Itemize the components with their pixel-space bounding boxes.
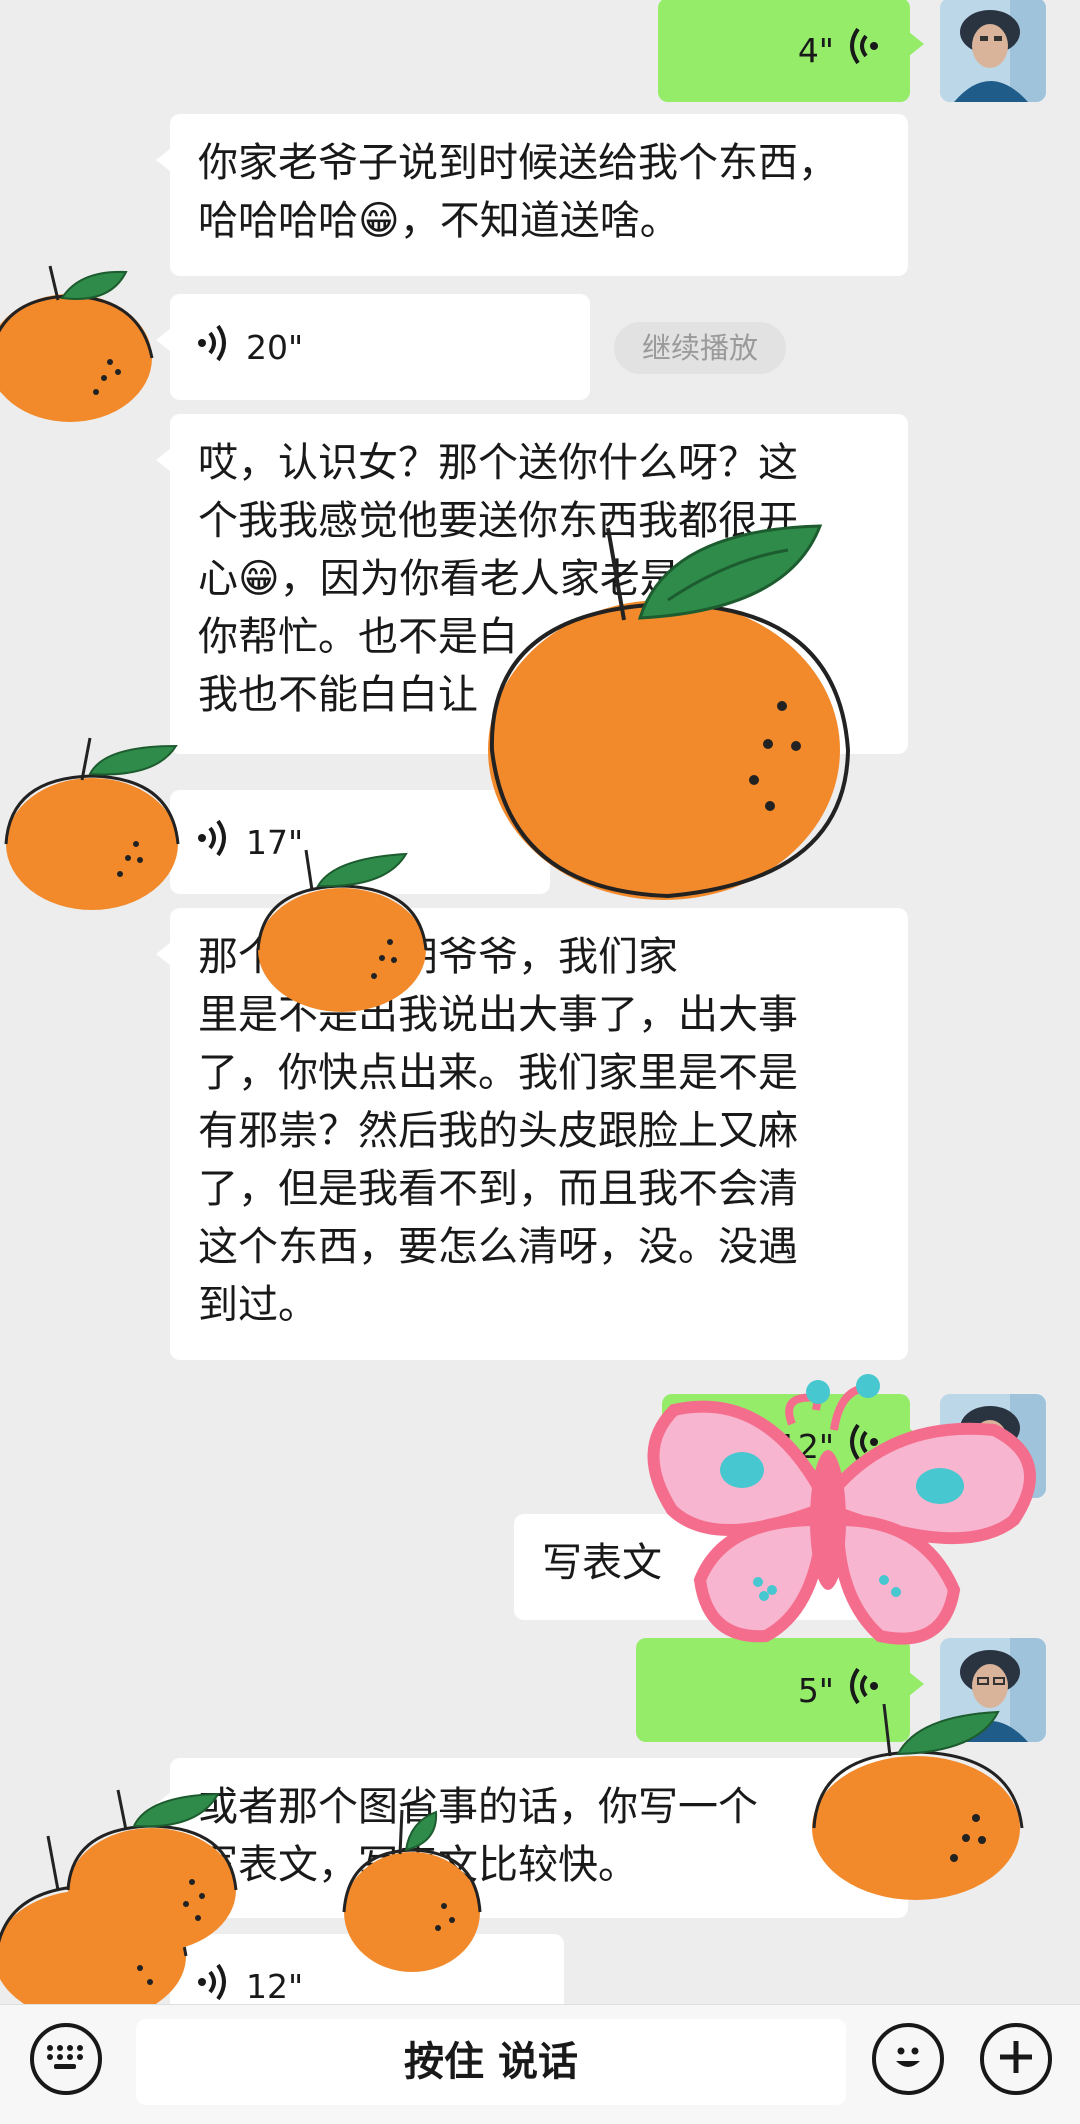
my-avatar[interactable] xyxy=(940,0,1046,102)
continue-play-button[interactable]: 继续播放 xyxy=(614,322,786,374)
orange-sticker-large xyxy=(468,520,868,914)
orange-sticker-small xyxy=(0,734,184,918)
emoji-button[interactable] xyxy=(872,2023,944,2095)
orange-sticker-small xyxy=(248,846,432,1018)
orange-sticker-small xyxy=(0,258,160,432)
plus-icon xyxy=(996,2037,1036,2081)
text-message-in[interactable]: 你家老爷子说到时候送给我个东西， 哈哈哈哈😁，不知道送啥。 xyxy=(156,114,908,276)
butterfly-sticker xyxy=(644,1370,1054,1674)
chat-message-list[interactable]: 4" 你家老爷子说到时候送给我个东西， 哈哈哈哈😁，不知道送啥。 20" 继续播… xyxy=(0,0,1080,2004)
orange-sticker-small xyxy=(62,1786,242,1960)
chat-input-bar: 按住 说话 xyxy=(0,2004,1080,2124)
voice-message-in[interactable]: 20" xyxy=(156,294,590,400)
voice-message-out[interactable]: 4" xyxy=(658,0,924,102)
voice-wave-icon xyxy=(848,26,882,74)
voice-wave-icon xyxy=(194,818,228,866)
emoji-icon xyxy=(886,2035,930,2083)
orange-sticker-small xyxy=(340,1802,490,1976)
message-text: 或者那个图省事的话，你写一个 写表文，写表文比较快。 xyxy=(198,1784,758,1888)
voice-duration: 4" xyxy=(797,30,834,70)
voice-duration: 20" xyxy=(246,327,304,367)
voice-wave-icon xyxy=(194,323,228,371)
wechat-chat-screen: 4" 你家老爷子说到时候送给我个东西， 哈哈哈哈😁，不知道送啥。 20" 继续播… xyxy=(0,0,1080,2124)
hold-to-talk-button[interactable]: 按住 说话 xyxy=(136,2019,846,2105)
orange-sticker-medium xyxy=(808,1700,1028,1904)
message-text: 你家老爷子说到时候送给我个东西， 哈哈哈哈😁，不知道送啥。 xyxy=(198,140,838,244)
keyboard-toggle-button[interactable] xyxy=(30,2023,102,2095)
more-options-button[interactable] xyxy=(980,2023,1052,2095)
voice-duration: 12" xyxy=(246,1966,304,2005)
text-message-in[interactable]: 或者那个图省事的话，你写一个 写表文，写表文比较快。 xyxy=(156,1758,908,1918)
keyboard-icon xyxy=(44,2042,88,2076)
